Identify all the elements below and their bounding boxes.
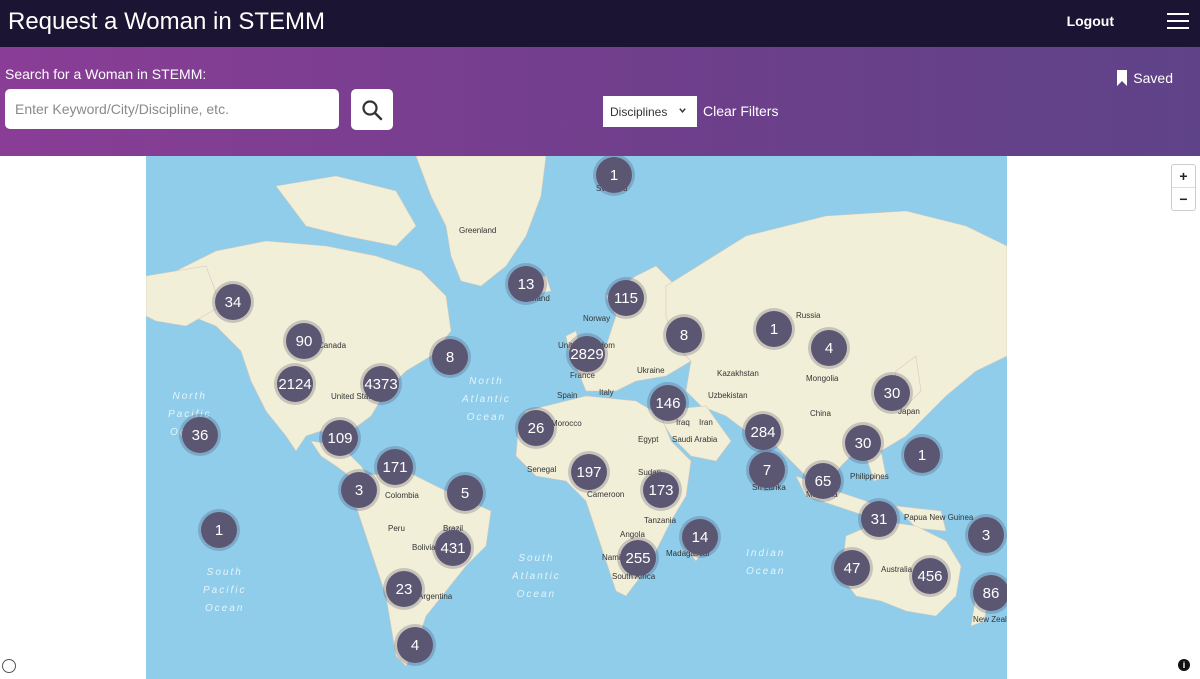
zoom-in-button[interactable]: + [1172,165,1195,188]
map-place-label: France [570,371,595,380]
map-place-label: Saudi Arabia [672,435,718,444]
map-cluster-marker[interactable]: 3 [968,517,1004,553]
map-cluster-marker[interactable]: 1 [201,512,237,548]
map-cluster-marker[interactable]: 109 [322,420,358,456]
map-cluster-marker[interactable]: 65 [805,463,841,499]
map-place-label: Uzbekistan [708,391,748,400]
map-cluster-marker[interactable]: 13 [508,266,544,302]
ocean-label: South Pacific Ocean [203,567,247,614]
world-map[interactable]: Greenland Norway Russia Kazakhstan Mongolia C… [146,156,1007,679]
map-cluster-marker[interactable]: 8 [666,317,702,353]
map-cluster-marker[interactable]: 36 [182,417,218,453]
map-place-label: Iraq [676,418,690,427]
search-label: Search for a Woman in STEMM: [5,66,207,82]
map-cluster-marker[interactable]: 4373 [363,366,399,402]
map-place-label: Greenland [459,226,497,235]
map-basemap [146,156,1007,667]
map-place-label: Peru [388,524,405,533]
hamburger-menu-icon[interactable] [1167,13,1189,30]
ocean-label: South Atlantic Ocean [512,553,561,600]
ocean-label: North Atlantic Ocean [462,376,511,423]
map-place-label: Cameroon [587,490,625,499]
info-icon[interactable]: i [1178,659,1190,671]
map-place-label: New Zealand [973,615,1007,624]
map-cluster-marker[interactable]: 2124 [277,366,313,402]
map-place-label: China [810,409,831,418]
map-place-label: Papua New Guinea [904,513,974,522]
map-cluster-marker[interactable]: 4 [397,627,433,663]
map-cluster-marker[interactable]: 1 [756,311,792,347]
top-navbar: Request a Woman in STEMM Logout [0,0,1200,47]
map-cluster-marker[interactable]: 146 [650,385,686,421]
map-cluster-marker[interactable]: 171 [377,449,413,485]
ocean-label: Indian Ocean [746,548,786,577]
map-place-label: Ukraine [637,366,665,375]
map-cluster-marker[interactable]: 14 [682,519,718,555]
map-area: Greenland Norway Russia Kazakhstan Mongolia C… [0,156,1200,679]
map-cluster-marker[interactable]: 30 [845,425,881,461]
disciplines-select[interactable]: Disciplines [603,96,697,127]
app-title[interactable]: Request a Woman in STEMM [8,7,325,37]
map-attribution-logo[interactable] [2,659,16,673]
map-cluster-marker[interactable]: 3 [341,472,377,508]
map-place-label: Kazakhstan [717,369,759,378]
map-place-label: Philippines [850,472,889,481]
map-cluster-marker[interactable]: 47 [834,550,870,586]
map-place-label: Russia [796,311,821,320]
map-place-label: Egypt [638,435,659,444]
map-cluster-marker[interactable]: 2829 [569,336,605,372]
logout-link[interactable]: Logout [1067,13,1114,29]
map-cluster-marker[interactable]: 115 [608,280,644,316]
saved-label: Saved [1133,70,1173,86]
map-cluster-marker[interactable]: 34 [215,284,251,320]
map-cluster-marker[interactable]: 8 [432,339,468,375]
map-cluster-marker[interactable]: 90 [286,323,322,359]
map-cluster-marker[interactable]: 23 [386,571,422,607]
map-cluster-marker[interactable]: 26 [518,410,554,446]
map-cluster-marker[interactable]: 7 [749,452,785,488]
map-place-label: Norway [583,314,611,323]
map-place-label: Australia [881,565,913,574]
map-cluster-marker[interactable]: 4 [811,330,847,366]
map-cluster-marker[interactable]: 31 [861,501,897,537]
map-place-label: Argentina [418,592,453,601]
map-cluster-marker[interactable]: 431 [435,530,471,566]
map-place-label: Morocco [551,419,582,428]
map-cluster-marker[interactable]: 30 [874,375,910,411]
search-icon [362,99,383,120]
map-place-label: Mongolia [806,374,839,383]
map-place-label: Italy [599,388,614,397]
search-input[interactable] [5,89,339,129]
map-cluster-marker[interactable]: 5 [447,475,483,511]
zoom-out-button[interactable]: − [1172,188,1195,210]
map-place-label: Canada [318,341,347,350]
map-cluster-marker[interactable]: 197 [571,454,607,490]
map-place-label: Iran [699,418,713,427]
map-place-label: Colombia [385,491,419,500]
map-cluster-marker[interactable]: 173 [643,472,679,508]
saved-button[interactable]: Saved [1116,70,1173,86]
map-cluster-marker[interactable]: 86 [973,575,1007,611]
map-cluster-marker[interactable]: 456 [912,558,948,594]
search-button[interactable] [351,89,393,130]
map-place-label: Angola [620,530,645,539]
map-cluster-marker[interactable]: 1 [596,157,632,193]
bookmark-icon [1117,70,1128,86]
disciplines-label: Disciplines [610,104,668,119]
map-cluster-marker[interactable]: 1 [904,437,940,473]
map-place-label: Senegal [527,465,557,474]
chevron-down-icon [679,108,686,113]
map-place-label: Spain [557,391,578,400]
clear-filters-button[interactable]: Clear Filters [703,103,778,119]
zoom-control: + − [1171,164,1196,211]
map-cluster-marker[interactable]: 255 [620,540,656,576]
search-panel: Search for a Woman in STEMM: Disciplines… [0,47,1200,156]
map-place-label: Tanzania [644,516,677,525]
map-cluster-marker[interactable]: 284 [745,414,781,450]
map-place-label: Bolivia [412,543,436,552]
